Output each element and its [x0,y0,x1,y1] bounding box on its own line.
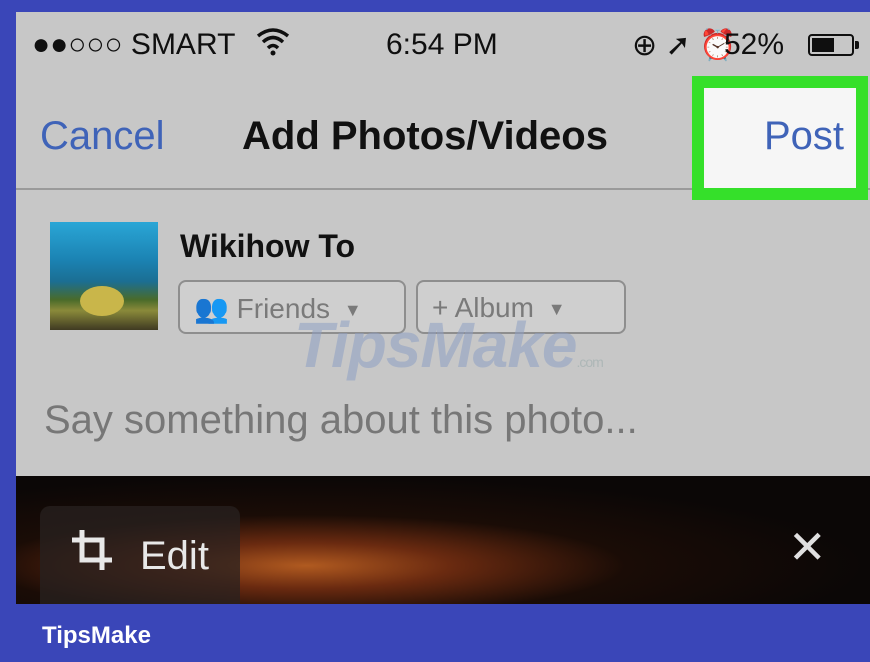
edit-button[interactable]: Edit [40,506,240,604]
footer-bar: TipsMake [0,604,870,662]
friends-icon: 👥 [194,293,229,324]
nav-bar: Cancel Add Photos/Videos Post [16,76,870,200]
caption-input[interactable]: Say something about this photo... [44,398,638,443]
avatar [50,222,158,330]
carrier-signal: ●●○○○ SMART [32,28,236,61]
battery-icon [808,34,859,56]
photo-preview: Edit ✕ [16,476,870,604]
status-time: 6:54 PM [386,28,498,61]
cancel-button[interactable]: Cancel [40,114,165,159]
status-bar: ●●○○○ SMART 6:54 PM ⊕ ➚ ⏰ 52% [16,12,870,76]
phone-screen: ●●○○○ SMART 6:54 PM ⊕ ➚ ⏰ 52% Cancel Add… [16,12,870,604]
battery-percent: 52% [724,28,785,61]
watermark: TipsMake.com [294,309,604,381]
page-title: Add Photos/Videos [242,114,608,158]
post-highlight-box: Post [692,76,868,200]
user-name: Wikihow To [180,228,356,264]
footer-brand: TipsMake [42,622,151,649]
post-button[interactable]: Post [764,114,844,159]
edit-label: Edit [140,534,209,578]
close-icon[interactable]: ✕ [788,520,827,574]
status-icons: ⊕ ➚ ⏰ [632,29,737,62]
crop-icon [72,530,112,570]
wifi-icon [256,26,290,64]
